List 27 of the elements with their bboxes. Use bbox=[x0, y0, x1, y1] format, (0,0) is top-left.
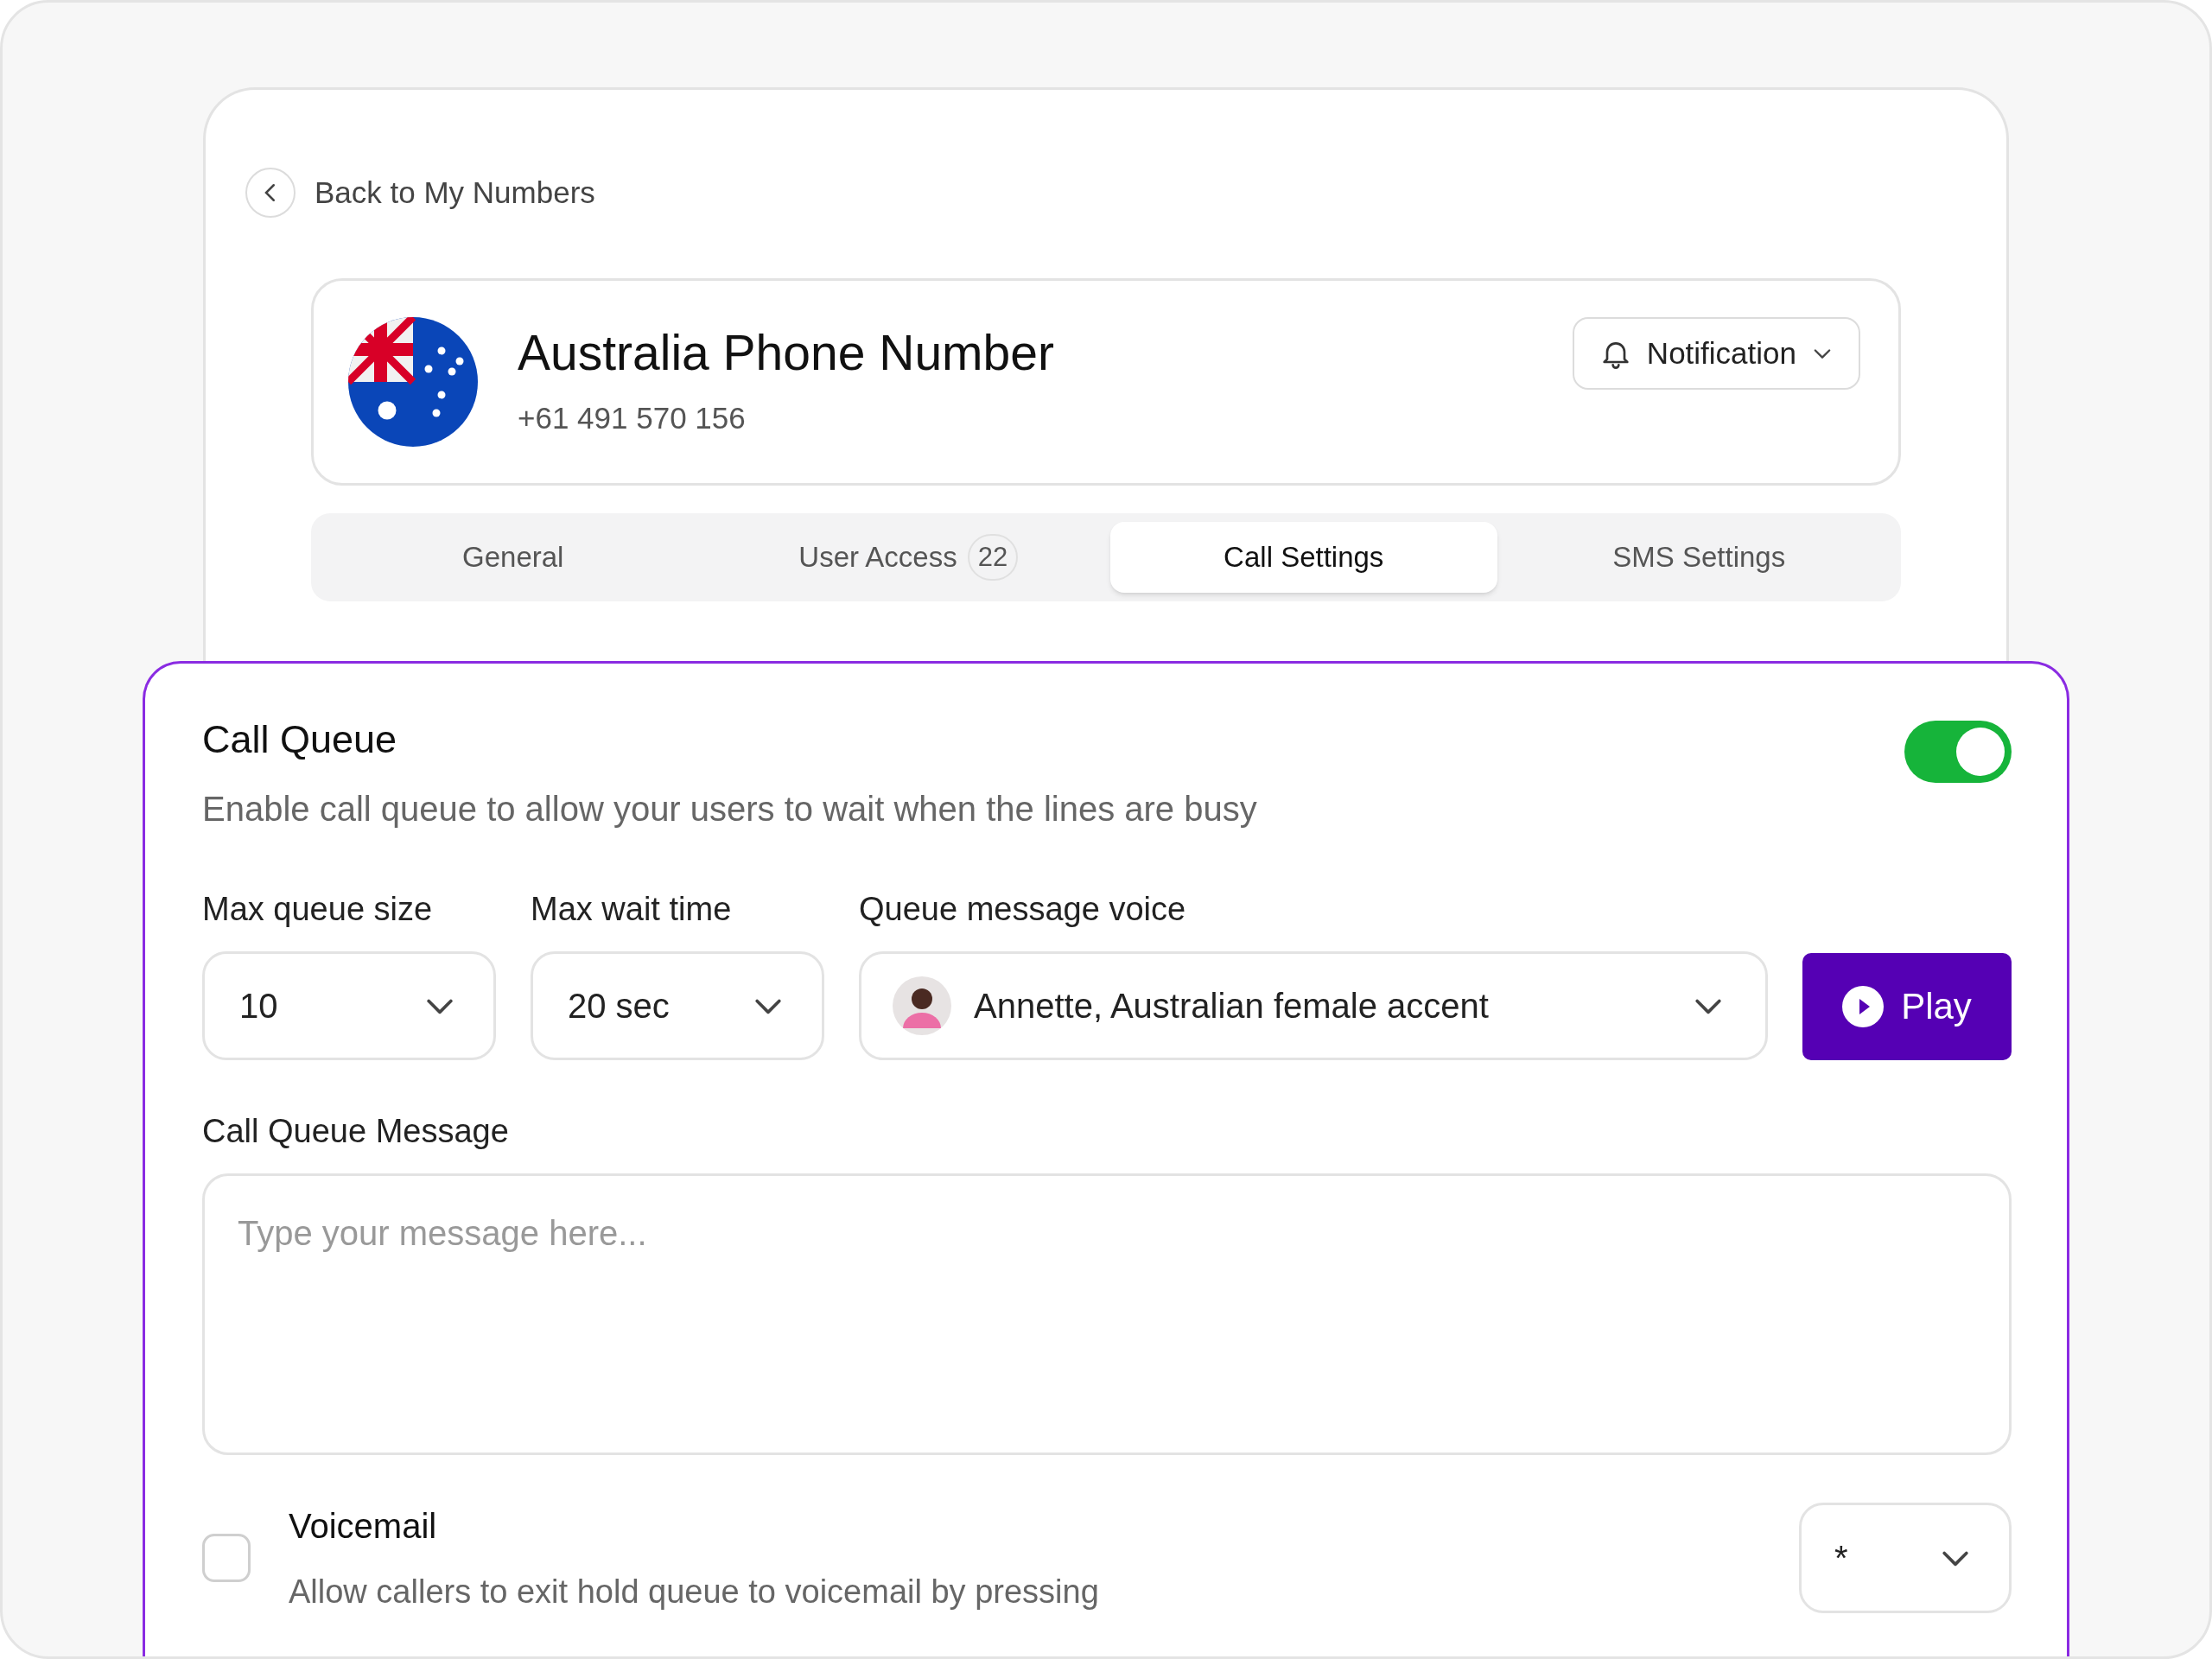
section-description: Enable call queue to allow your users to wait when the lines are busy bbox=[202, 788, 1257, 830]
option-title: Voicemail bbox=[289, 1505, 438, 1547]
field-label: Max wait time bbox=[531, 889, 733, 929]
tab[interactable]: User Access 22 bbox=[715, 522, 1102, 593]
back-link[interactable]: Back to My Numbers bbox=[315, 169, 595, 216]
back-button[interactable] bbox=[245, 168, 296, 218]
phone-number: +61 491 570 156 bbox=[518, 400, 747, 437]
select-field[interactable]: 10 bbox=[202, 950, 496, 1060]
field-label: Max queue size bbox=[202, 889, 434, 929]
checkbox[interactable] bbox=[202, 1534, 251, 1582]
field-label: Queue message voice bbox=[859, 889, 1187, 929]
notification-button[interactable]: Notification bbox=[1572, 317, 1860, 390]
key-select[interactable]: * bbox=[1799, 1503, 2012, 1613]
select-field[interactable]: 20 sec bbox=[531, 950, 824, 1060]
tab[interactable]: General bbox=[320, 522, 707, 593]
count-badge: 22 bbox=[967, 533, 1019, 582]
field-label: Call Queue Message bbox=[202, 1111, 510, 1151]
option-description: Allow callers to exit hold queue to voicemail by pressing bbox=[289, 1572, 1100, 1611]
tab[interactable]: SMS Settings bbox=[1505, 522, 1892, 593]
play-icon bbox=[1842, 985, 1885, 1027]
tab[interactable]: Call Settings bbox=[1110, 522, 1497, 593]
section-title: Call Queue bbox=[202, 716, 398, 763]
avatar-icon bbox=[893, 976, 951, 1035]
message-field[interactable]: Type your message here... bbox=[202, 1173, 2012, 1455]
play-button[interactable]: Play bbox=[1802, 952, 2012, 1060]
voice-select[interactable]: Annette, Australian female accent bbox=[859, 950, 1768, 1060]
number-title: Australia Phone Number bbox=[518, 324, 1055, 383]
